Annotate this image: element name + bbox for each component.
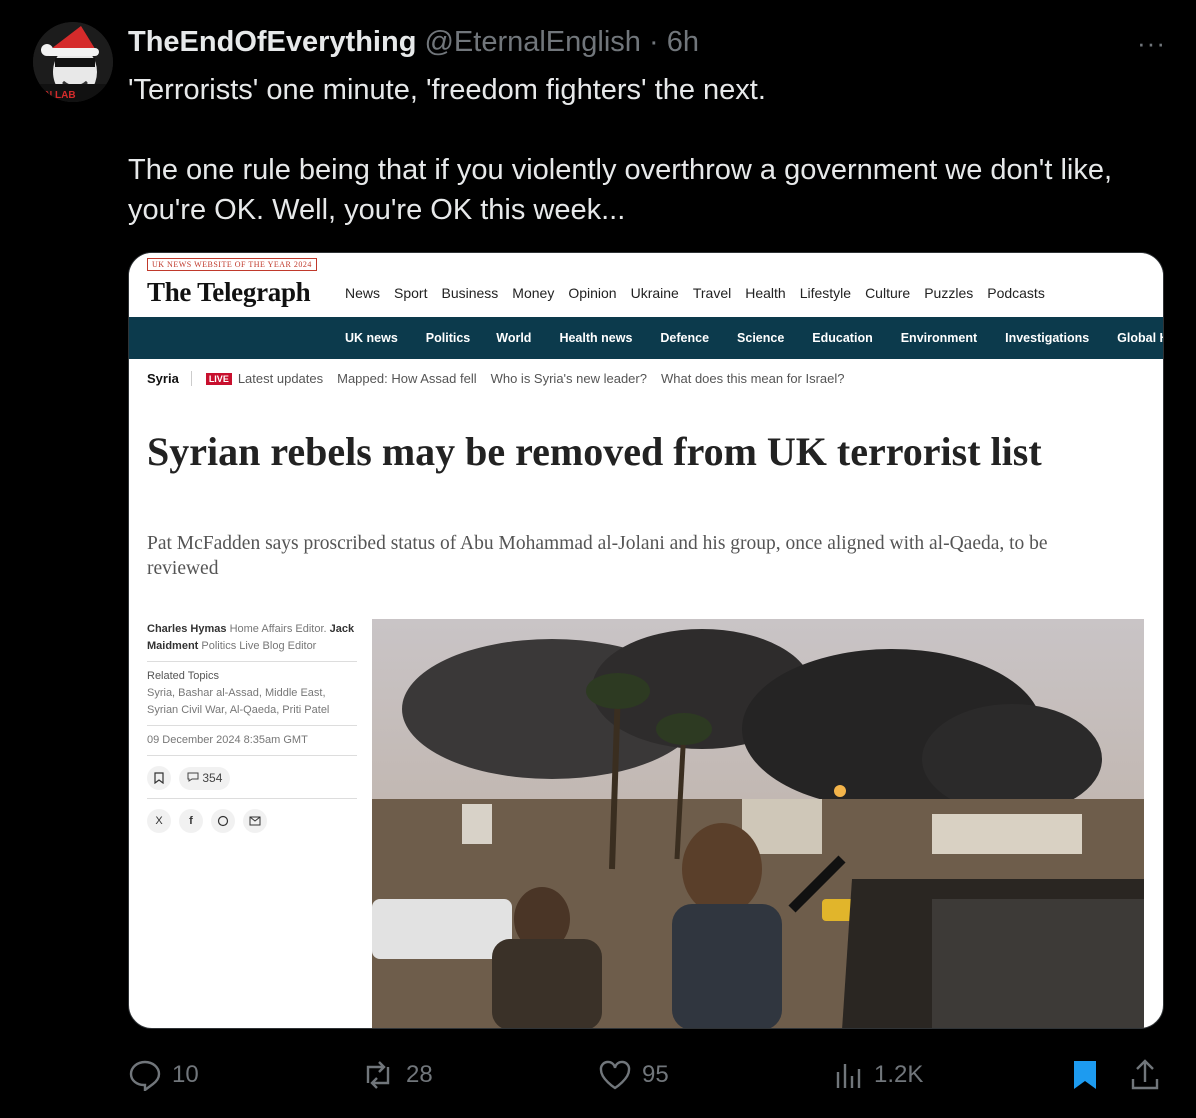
share-icon xyxy=(1131,1059,1159,1090)
divider xyxy=(147,661,357,662)
email-share-icon xyxy=(243,809,267,833)
main-nav-item: Money xyxy=(512,285,555,301)
timestamp[interactable]: 6h xyxy=(667,26,699,58)
avatar-badge-text: N LAB xyxy=(45,90,76,101)
article-headline: Syrian rebels may be removed from UK ter… xyxy=(147,429,1042,474)
tweet-text: 'Terrorists' one minute, 'freedom fighte… xyxy=(128,74,1113,226)
sub-nav-item: Environment xyxy=(900,331,978,345)
sub-nav-item: Health news xyxy=(559,331,633,345)
sub-nav-item: Education xyxy=(812,331,873,345)
comment-count-value: 354 xyxy=(202,770,223,785)
sub-nav-item: Politics xyxy=(425,331,471,345)
crumb-link: Who is Syria's new leader? xyxy=(490,371,647,386)
divider xyxy=(147,725,357,726)
reply-count: 10 xyxy=(172,1061,199,1088)
bookmark-button[interactable] xyxy=(1072,1059,1098,1091)
display-name[interactable]: TheEndOfEverything xyxy=(128,26,416,58)
article-standfirst: Pat McFadden says proscribed status of A… xyxy=(147,533,1048,579)
views-icon xyxy=(836,1064,861,1088)
article-date: 09 December 2024 8:35am GMT xyxy=(147,734,308,746)
user-handle[interactable]: @EternalEnglish xyxy=(424,26,640,58)
repost-icon xyxy=(366,1061,390,1089)
crumb-link: What does this mean for Israel? xyxy=(660,371,845,386)
main-nav-item: Business xyxy=(441,285,499,301)
sub-nav-item: Global Health Secu xyxy=(1117,331,1163,345)
x-share-icon: X xyxy=(147,809,171,833)
article-meta: Charles Hymas Home Affairs Editor. Jack … xyxy=(147,621,357,841)
sub-nav: UK news Politics World Health news Defen… xyxy=(129,317,1163,359)
comment-count: 354 xyxy=(179,766,231,790)
like-count: 95 xyxy=(642,1061,669,1088)
comment-icon xyxy=(187,772,199,782)
avatar[interactable]: N LAB xyxy=(33,22,113,102)
main-nav-item: Travel xyxy=(692,285,732,301)
tweet-header: TheEndOfEverything @EternalEnglish · 6h xyxy=(128,26,699,59)
sub-nav-item: World xyxy=(496,331,532,345)
author-role: Home Affairs Editor. xyxy=(229,623,327,635)
share-icons: X f xyxy=(147,809,357,833)
whatsapp-share-icon xyxy=(211,809,235,833)
facebook-share-icon: f xyxy=(179,809,203,833)
author-role: Politics Live Blog Editor xyxy=(201,640,317,652)
sub-nav-item: Investigations xyxy=(1005,331,1090,345)
telegraph-header: UK NEWS WEBSITE OF THE YEAR 2024 The Tel… xyxy=(129,253,1163,317)
repost-button[interactable]: 28 xyxy=(360,1061,433,1089)
crumb-link: Mapped: How Assad fell xyxy=(337,371,477,386)
reply-icon xyxy=(129,1060,161,1091)
views-button[interactable]: 1.2K xyxy=(834,1061,923,1089)
sub-nav-item: UK news xyxy=(345,331,398,345)
repost-count: 28 xyxy=(406,1061,433,1088)
article-photo xyxy=(372,619,1144,1028)
more-options-icon[interactable]: ··· xyxy=(1137,28,1166,59)
author-name: Charles Hymas xyxy=(147,623,227,635)
related-topics: Syria, Bashar al-Assad, Middle East, Syr… xyxy=(147,687,330,716)
view-count: 1.2K xyxy=(874,1061,924,1088)
award-badge: UK NEWS WEBSITE OF THE YEAR 2024 xyxy=(147,258,317,271)
like-button[interactable]: 95 xyxy=(598,1060,669,1090)
separator-dot: · xyxy=(649,26,659,58)
live-badge: LIVE xyxy=(205,372,232,385)
main-nav: News Sport Business Money Opinion Ukrain… xyxy=(345,285,1045,301)
reply-button[interactable]: 10 xyxy=(128,1059,199,1091)
sub-nav-item: Defence xyxy=(660,331,710,345)
main-nav-item: Puzzles xyxy=(924,285,974,301)
article-tools: 354 xyxy=(147,766,357,790)
main-nav-item: Podcasts xyxy=(987,285,1045,301)
share-button[interactable] xyxy=(1130,1059,1160,1091)
main-nav-item: Sport xyxy=(394,285,428,301)
related-topics-label: Related Topics xyxy=(147,670,219,682)
main-nav-item: Health xyxy=(745,285,786,301)
main-nav-item: Lifestyle xyxy=(799,285,852,301)
topic-crumbs: Syria LIVE Latest updates Mapped: How As… xyxy=(147,371,845,386)
telegraph-logo: The Telegraph xyxy=(147,277,311,307)
crumb-link: Latest updates xyxy=(237,371,324,386)
media-card[interactable]: UK NEWS WEBSITE OF THE YEAR 2024 The Tel… xyxy=(128,252,1164,1029)
heart-icon xyxy=(599,1060,631,1090)
main-nav-item: Opinion xyxy=(568,285,617,301)
divider xyxy=(147,798,357,799)
action-bar: 10 28 95 1.2K xyxy=(128,1055,1164,1095)
main-nav-item: Culture xyxy=(865,285,911,301)
main-nav-item: Ukraine xyxy=(630,285,679,301)
bookmark-filled-icon xyxy=(1074,1061,1096,1089)
bookmark-outline-icon xyxy=(147,766,171,790)
main-nav-item: News xyxy=(345,285,381,301)
sub-nav-item: Science xyxy=(737,331,785,345)
byline: Charles Hymas Home Affairs Editor. Jack … xyxy=(147,621,357,655)
divider xyxy=(147,755,357,756)
crumb-topic: Syria xyxy=(147,371,192,386)
